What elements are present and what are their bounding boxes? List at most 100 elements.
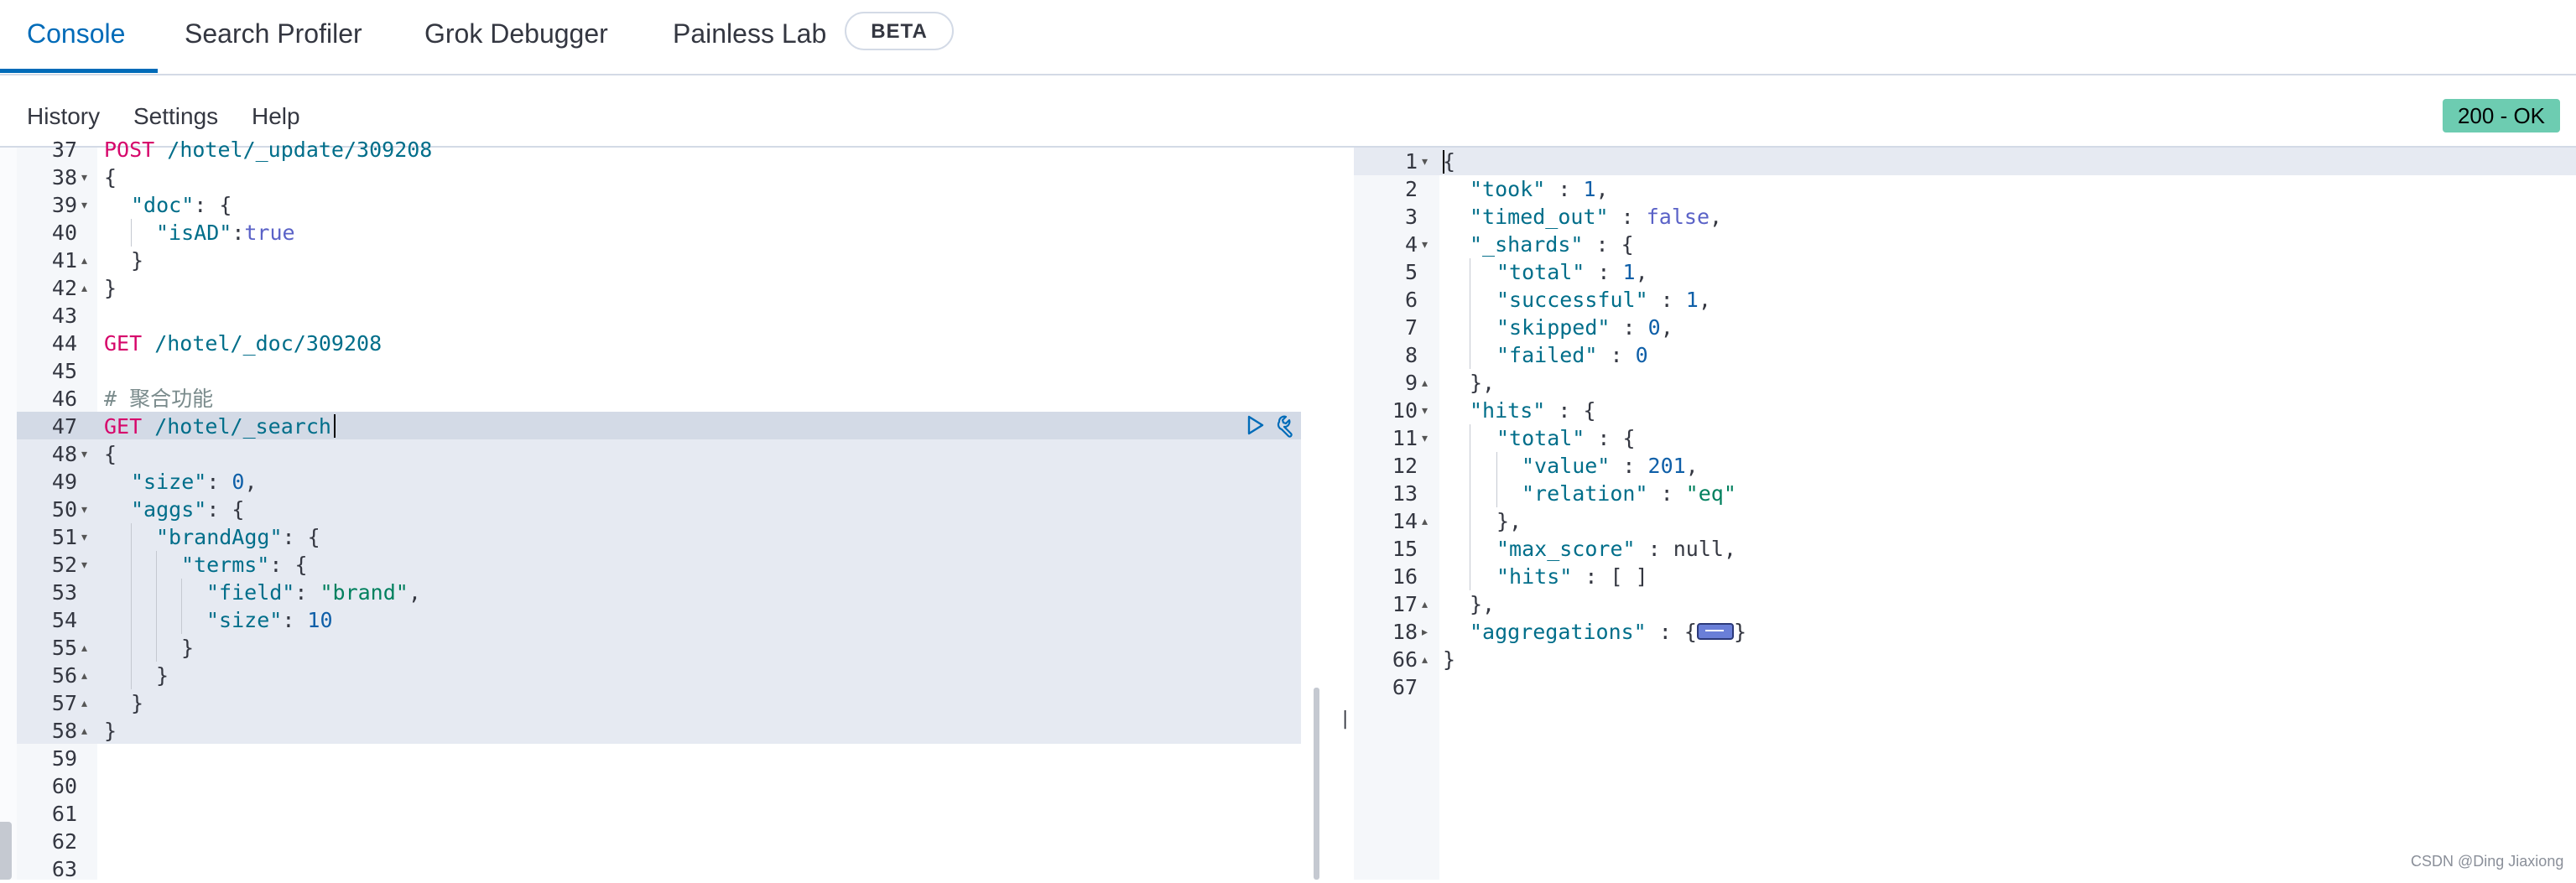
fold-close-icon[interactable]: ▴ <box>81 274 87 302</box>
line-number: 7 <box>1404 315 1418 340</box>
line-number: 2 <box>1404 177 1418 201</box>
line-number: 13 <box>1392 481 1418 506</box>
code-line-48: { <box>104 442 117 466</box>
line-number: 10 <box>1392 398 1418 423</box>
fold-close-icon[interactable]: ▴ <box>1422 507 1428 535</box>
code-line-44: GET /hotel/_doc/309208 <box>104 331 382 356</box>
indent-guide <box>181 579 182 634</box>
left-panel-edge <box>0 148 18 880</box>
settings-link[interactable]: Settings <box>133 101 218 132</box>
line-number: 66 <box>1392 647 1418 672</box>
wrench-icon[interactable] <box>1275 414 1298 438</box>
code-line-54: "size": 10 <box>206 608 333 632</box>
resp-line-11: "total" : { <box>1496 426 1636 450</box>
fold-collapsed-icon[interactable]: ▸ <box>1422 618 1428 646</box>
help-link[interactable]: Help <box>252 101 300 132</box>
fold-open-icon[interactable]: ▾ <box>81 191 87 219</box>
fold-open-icon[interactable]: ▾ <box>1422 424 1428 452</box>
resp-line-6: "successful" : 1, <box>1496 288 1711 312</box>
indent-guide <box>131 523 132 689</box>
line-number: 9 <box>1404 371 1418 395</box>
line-number: 39 <box>51 193 77 217</box>
resp-line-9: }, <box>1470 371 1496 395</box>
fold-close-icon[interactable]: ▴ <box>1422 646 1428 673</box>
line-number: 17 <box>1392 592 1418 616</box>
fold-open-icon[interactable]: ▾ <box>81 164 87 191</box>
line-number: 4 <box>1404 232 1418 257</box>
fold-open-icon[interactable]: ▾ <box>81 551 87 579</box>
fold-open-icon[interactable]: ▾ <box>81 523 87 551</box>
resp-line-66: } <box>1443 647 1456 672</box>
resp-line-10: "hits" : { <box>1470 398 1596 423</box>
top-tab-bar: Console Search Profiler Grok Debugger Pa… <box>0 0 2576 75</box>
code-line-52: "terms": { <box>181 553 308 577</box>
left-resize-handle[interactable] <box>0 822 12 880</box>
history-link[interactable]: History <box>27 101 100 132</box>
code-line-56: } <box>156 663 169 688</box>
fold-open-icon[interactable]: ▾ <box>1422 148 1428 175</box>
code-line-46: # 聚合功能 <box>104 387 214 411</box>
fold-open-icon[interactable]: ▾ <box>81 440 87 468</box>
fold-close-icon[interactable]: ▴ <box>81 689 87 717</box>
code-line-55: } <box>181 636 195 660</box>
line-number: 42 <box>51 276 77 300</box>
play-icon[interactable] <box>1245 414 1267 436</box>
code-line-53: "field": "brand", <box>206 580 421 605</box>
line-number: 47 <box>51 414 77 439</box>
fold-close-icon[interactable]: ▴ <box>1422 590 1428 618</box>
request-editor-scrollbar[interactable] <box>1314 688 1319 880</box>
text-cursor <box>334 414 336 438</box>
fold-open-icon[interactable]: ▾ <box>1422 397 1428 424</box>
tab-console[interactable]: Console <box>27 17 125 50</box>
line-number: 18 <box>1392 620 1418 644</box>
resp-line-17: }, <box>1470 592 1496 616</box>
resp-line-12: "value" : 201, <box>1522 454 1699 478</box>
fold-close-icon[interactable]: ▴ <box>81 247 87 274</box>
resp-line-14: }, <box>1496 509 1522 533</box>
line-number: 67 <box>1392 675 1418 699</box>
code-line-41: } <box>131 248 144 273</box>
line-number: 44 <box>51 331 77 356</box>
line-number: 57 <box>51 691 77 715</box>
tab-grok-debugger[interactable]: Grok Debugger <box>424 17 608 50</box>
code-line-47: GET /hotel/_search <box>104 414 331 439</box>
line-number: 52 <box>51 553 77 577</box>
line-number: 41 <box>51 248 77 273</box>
resp-line-7: "skipped" : 0, <box>1496 315 1673 340</box>
resp-line-2: "took" : 1, <box>1470 177 1609 201</box>
code-line-39: "doc": { <box>131 193 232 217</box>
resp-line-8: "failed" : 0 <box>1496 343 1648 367</box>
code-line-42: } <box>104 276 117 300</box>
tab-search-profiler[interactable]: Search Profiler <box>185 17 362 50</box>
resp-line-4: "_shards" : { <box>1470 232 1634 257</box>
code-line-50: "aggs": { <box>131 497 245 522</box>
resp-line-3: "timed_out" : false, <box>1470 205 1723 229</box>
line-number: 62 <box>51 829 77 854</box>
line-number: 55 <box>51 636 77 660</box>
fold-close-icon[interactable]: ▴ <box>1422 369 1428 397</box>
fold-close-icon[interactable]: ▴ <box>81 634 87 662</box>
tab-painless-lab[interactable]: Painless Lab <box>673 17 826 50</box>
indent-guide <box>156 551 157 662</box>
resp-line-5: "total" : 1, <box>1496 260 1648 284</box>
line-number: 14 <box>1392 509 1418 533</box>
fold-open-icon[interactable]: ▾ <box>1422 231 1428 258</box>
fold-close-icon[interactable]: ▴ <box>81 662 87 689</box>
line-number: 43 <box>51 304 77 328</box>
line-number: 16 <box>1392 564 1418 589</box>
line-number: 11 <box>1392 426 1418 450</box>
resp-line-18: "aggregations" : {} <box>1470 620 1746 644</box>
indent-guide <box>131 219 132 247</box>
line-number: 56 <box>51 663 77 688</box>
line-number: 63 <box>51 857 77 881</box>
fold-close-icon[interactable]: ▴ <box>81 717 87 745</box>
resp-line-15: "max_score" : null, <box>1496 537 1736 561</box>
status-badge: 200 - OK <box>2443 99 2560 132</box>
collapsed-fold-widget[interactable] <box>1696 623 1734 640</box>
line-number: 12 <box>1392 454 1418 478</box>
splitter-handle-icon[interactable]: || <box>1340 709 1362 730</box>
line-number: 6 <box>1404 288 1418 312</box>
active-tab-indicator <box>0 69 158 73</box>
line-number: 60 <box>51 774 77 798</box>
fold-open-icon[interactable]: ▾ <box>81 496 87 523</box>
